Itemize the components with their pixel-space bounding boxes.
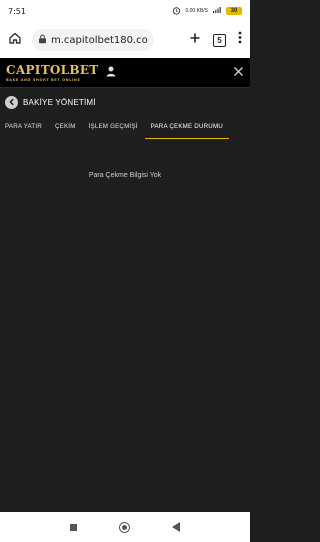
close-icon[interactable]: [233, 65, 244, 80]
tab-deposit[interactable]: PARA YATIR: [5, 118, 42, 136]
site-logo[interactable]: CAPITOLBET BAKE AND SHORT BET ONLINE: [6, 63, 99, 82]
system-status-bar: 7:51 0.00 KB/S 30: [0, 0, 250, 22]
more-menu-icon[interactable]: [238, 31, 242, 49]
network-speed: 0.00 KB/S: [185, 7, 208, 14]
address-bar[interactable]: m.capitolbet180.com: [32, 29, 154, 51]
new-tab-icon[interactable]: [189, 31, 201, 49]
url-text: m.capitolbet180.com: [51, 34, 148, 46]
lock-icon: [38, 31, 47, 49]
tab-transaction-history[interactable]: İŞLEM GEÇMİŞİ: [89, 118, 138, 136]
recents-button[interactable]: [70, 523, 77, 531]
browser-actions: 5: [189, 31, 242, 49]
tab-switcher-button[interactable]: 5: [213, 33, 226, 47]
status-icons: 0.00 KB/S 30: [172, 6, 242, 17]
home-dot-icon: [122, 524, 127, 530]
home-button[interactable]: [119, 521, 130, 533]
back-arrow-icon[interactable]: [5, 95, 18, 109]
empty-state-message: Para Çekme Bilgisi Yok: [88, 172, 162, 179]
android-nav-bar: [0, 512, 250, 542]
battery-icon: 30: [226, 7, 242, 15]
site-header: CAPITOLBET BAKE AND SHORT BET ONLINE: [0, 58, 250, 88]
balance-management-bar: BAKİYE YÖNETİMİ: [0, 90, 250, 114]
home-icon[interactable]: [8, 31, 22, 50]
logo-text: CAPITOLBET: [6, 63, 99, 77]
signal-icon: [212, 6, 222, 16]
user-icon[interactable]: [105, 64, 117, 82]
page-title: BAKİYE YÖNETİMİ: [23, 97, 96, 107]
tab-withdrawal-status[interactable]: PARA ÇEKME DURUMU: [144, 118, 230, 139]
back-button[interactable]: [172, 522, 180, 532]
tab-withdraw[interactable]: ÇEKİM: [55, 118, 76, 136]
clock: 7:51: [8, 6, 26, 16]
logo-tagline: BAKE AND SHORT BET ONLINE: [6, 78, 81, 82]
balance-tabs: PARA YATIR ÇEKİM İŞLEM GEÇMİŞİ PARA ÇEKM…: [0, 118, 250, 140]
browser-toolbar: m.capitolbet180.com 5: [0, 22, 250, 58]
alarm-icon: [172, 6, 181, 17]
